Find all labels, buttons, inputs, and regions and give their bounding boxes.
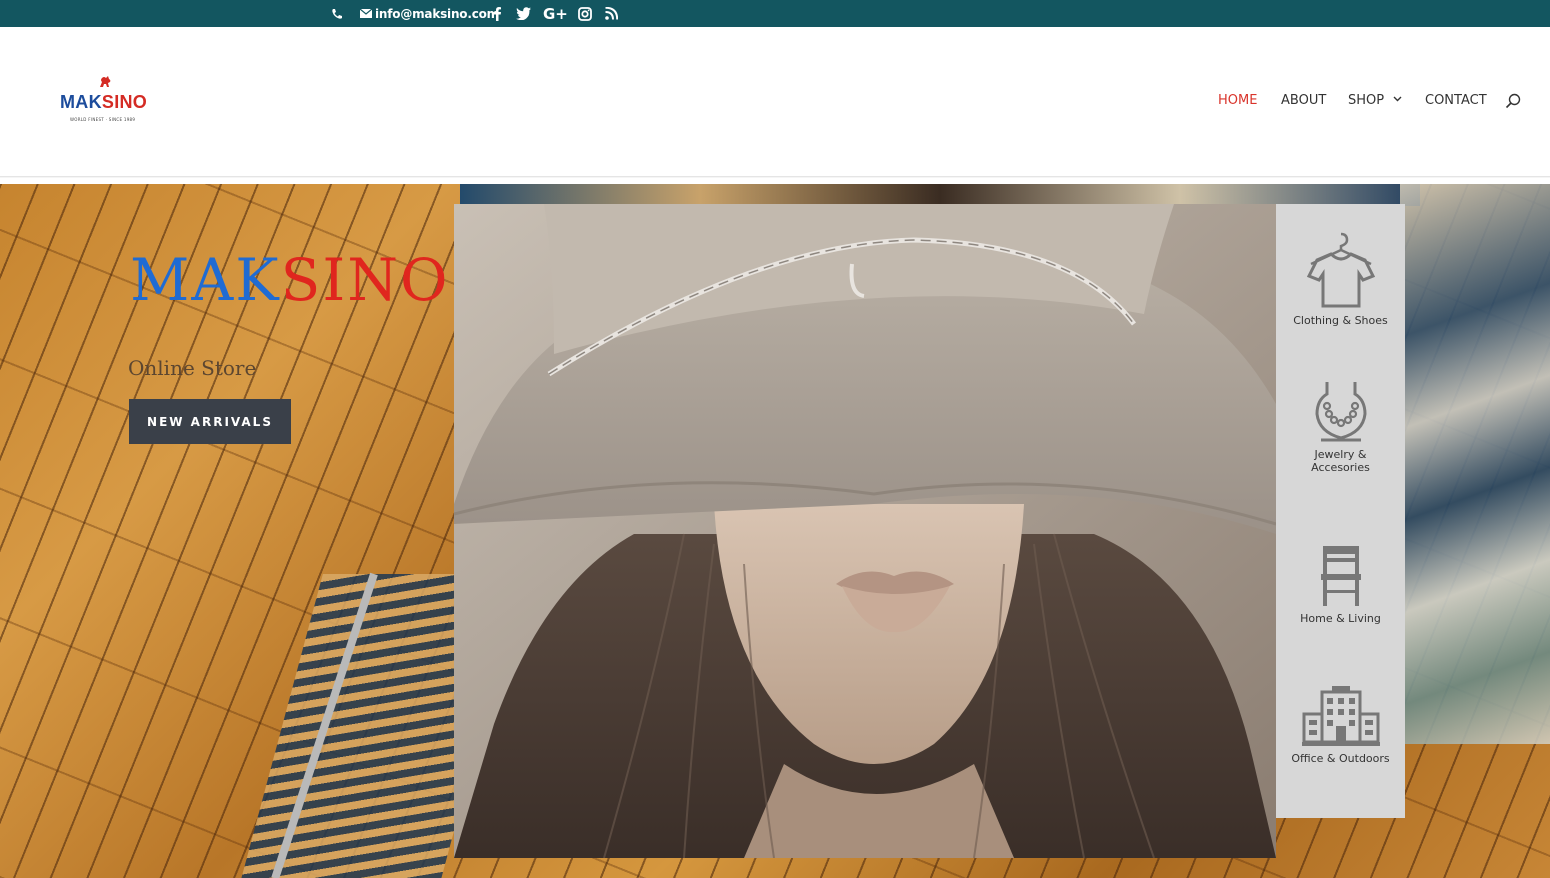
category-label: Clothing & Shoes [1293,314,1388,327]
search-icon[interactable] [1505,93,1521,113]
chevron-down-icon [1393,96,1402,102]
nav-shop[interactable]: SHOP [1348,93,1402,109]
facebook-icon[interactable] [492,0,502,27]
category-panel: Clothing & Shoes Jewelry & Accesories Ho… [1276,204,1405,818]
twitter-icon[interactable] [516,0,531,27]
category-jewelry-accessories[interactable]: Jewelry & Accesories [1276,380,1405,474]
logo-tagline: WORLD FINEST · SINCE 1989 [70,117,136,122]
logo-wordmark: MAKSINO [60,92,147,113]
hero-photo [454,204,1276,858]
hero-background-folded-clothes [1400,184,1550,744]
top-bar: info@maksino.com G+ [0,0,1550,27]
google-plus-icon[interactable]: G+ [543,0,568,27]
chair-icon [1320,546,1361,606]
category-label: Home & Living [1300,612,1381,625]
tshirt-hanger-icon [1306,232,1375,308]
hero-title: MAKSINO [130,251,450,309]
envelope-icon [360,9,372,18]
nav-about[interactable]: ABOUT [1281,93,1326,109]
instagram-icon[interactable] [578,0,592,27]
category-label: Jewelry & Accesories [1311,448,1370,474]
rss-icon[interactable] [605,0,618,27]
logo[interactable]: MAKSINO WORLD FINEST · SINCE 1989 [60,75,156,127]
nav-shop-label: SHOP [1348,93,1385,108]
building-icon [1301,686,1380,746]
category-label: Office & Outdoors [1291,752,1390,765]
logo-text-blue: MAK [60,92,102,112]
nav-contact[interactable]: CONTACT [1425,93,1487,109]
phone-icon[interactable] [331,0,343,27]
hero-section: MAKSINO Online Store NEW ARRIVALS Clothi… [0,184,1550,878]
nav-home[interactable]: HOME [1218,93,1257,109]
site-header: MAKSINO WORLD FINEST · SINCE 1989 HOME A… [0,27,1550,177]
hero-title-blue: MAK [130,246,281,314]
lion-icon [100,76,111,87]
hero-subtitle: Online Store [128,356,257,380]
google-plus-label: G+ [543,4,568,23]
category-clothing-shoes[interactable]: Clothing & Shoes [1276,232,1405,327]
email-link[interactable]: info@maksino.com [360,0,499,27]
hero-background-clothes [460,184,1420,206]
category-office-outdoors[interactable]: Office & Outdoors [1276,686,1405,765]
logo-text-red: SINO [101,92,148,112]
category-home-living[interactable]: Home & Living [1276,544,1405,625]
necklace-icon [1314,382,1367,442]
hero-title-red: SINO [280,246,450,314]
new-arrivals-button[interactable]: NEW ARRIVALS [129,399,291,444]
email-text: info@maksino.com [375,6,499,21]
